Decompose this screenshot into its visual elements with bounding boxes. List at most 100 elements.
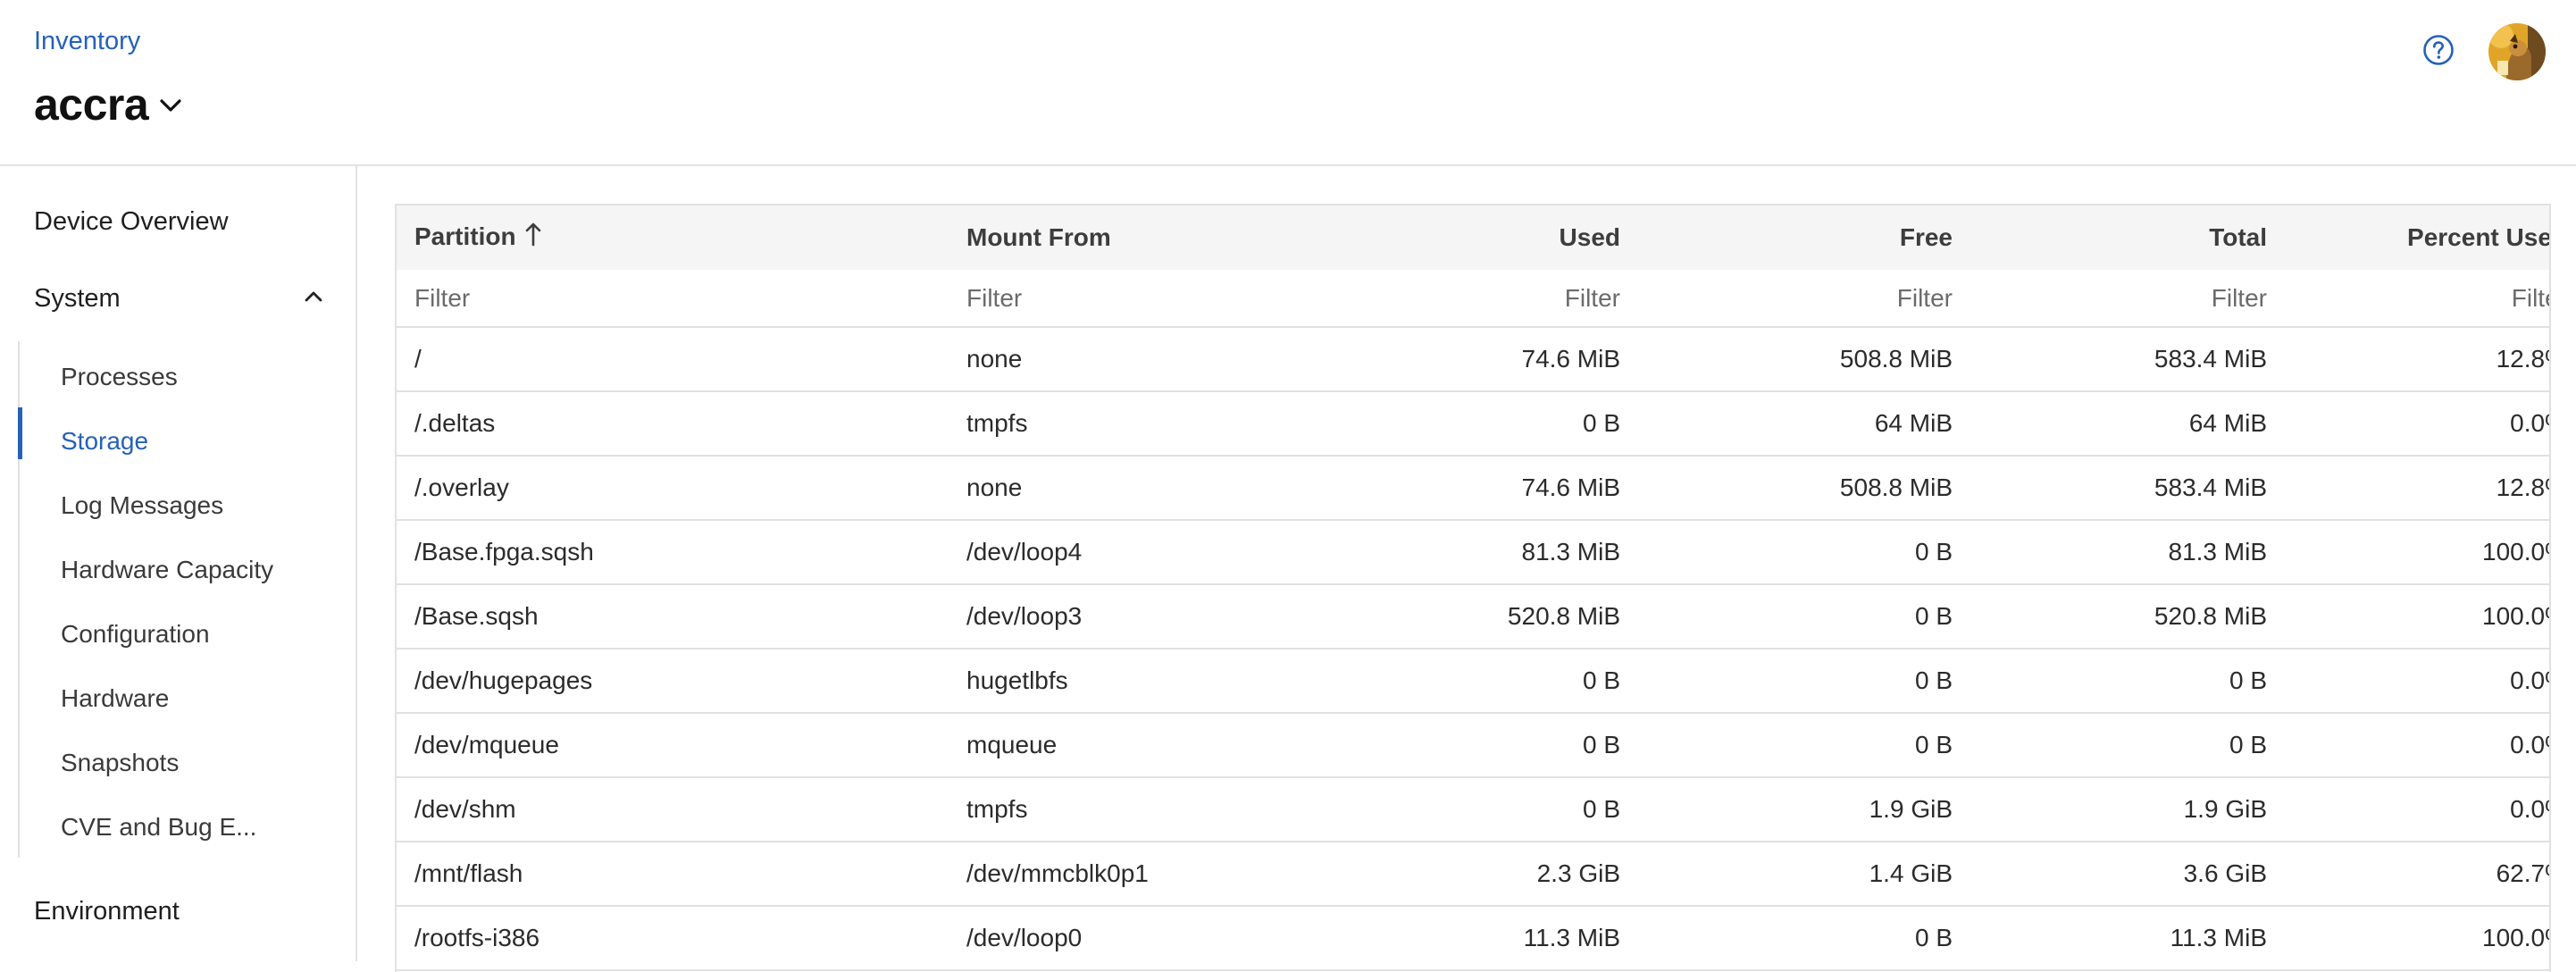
cell-partition: /Base.sqsh <box>414 602 539 630</box>
active-indicator <box>18 407 22 459</box>
cell-used: 74.6 MiB <box>1521 473 1621 501</box>
sidebar-group-system[interactable]: System <box>34 281 323 316</box>
cell-used: 74.6 MiB <box>1521 345 1621 373</box>
filter-row <box>397 270 2549 328</box>
cell-partition: /dev/mqueue <box>414 731 559 758</box>
table-body: / none 74.6 MiB 508.8 MiB 583.4 MiB 12.8% /.de… <box>397 327 2549 970</box>
sidebar-item-cve-and-bug[interactable]: CVE and Bug E... <box>61 813 256 842</box>
cell-partition: /.overlay <box>414 473 509 501</box>
cell-percent-used: 100.0% <box>2482 924 2549 951</box>
cell-partition: /Base.fpga.sqsh <box>414 538 594 566</box>
table-header-row: Partition Mount From Used Free Total Per… <box>397 205 2549 270</box>
device-selector[interactable]: accra <box>34 79 182 130</box>
column-header-used[interactable]: Used <box>1293 205 1638 270</box>
sidebar-item-log-messages[interactable]: Log Messages <box>61 491 223 520</box>
cell-mount-from: mqueue <box>966 731 1058 758</box>
cell-percent-used: 0.0% <box>2510 409 2549 437</box>
cell-mount-from: none <box>966 473 1023 501</box>
cell-partition: /.deltas <box>414 409 496 437</box>
cell-partition: /rootfs-i386 <box>414 924 540 951</box>
cell-total: 11.3 MiB <box>2170 924 2267 951</box>
table-row[interactable]: /dev/shm tmpfs 0 B 1.9 GiB 1.9 GiB 0.0% <box>397 777 2549 842</box>
column-header-mount-from[interactable]: Mount From <box>949 205 1293 270</box>
sidebar-item-environment[interactable]: Environment <box>34 897 180 926</box>
cell-free: 0 B <box>1914 924 1953 951</box>
sidebar-item-configuration[interactable]: Configuration <box>61 620 210 649</box>
cell-percent-used: 100.0% <box>2482 602 2549 630</box>
cell-free: 1.9 GiB <box>1869 795 1953 823</box>
cell-total: 583.4 MiB <box>2154 473 2267 501</box>
sidebar: Device Overview System Processes Storage… <box>0 166 357 961</box>
chevron-up-icon <box>304 290 323 307</box>
cell-total: 1.9 GiB <box>2183 795 2267 823</box>
cell-used: 0 B <box>1582 795 1620 823</box>
user-avatar[interactable] <box>2488 23 2546 80</box>
cell-total: 520.8 MiB <box>2154 602 2267 630</box>
sidebar-item-processes[interactable]: Processes <box>61 363 178 391</box>
cell-partition: /dev/shm <box>414 795 516 823</box>
filter-used-input[interactable] <box>1311 283 1620 313</box>
storage-table: Partition Mount From Used Free Total Per… <box>395 204 2551 972</box>
cell-mount-from: none <box>966 345 1023 373</box>
cell-used: 520.8 MiB <box>1507 602 1620 630</box>
cell-partition: /mnt/flash <box>414 859 523 887</box>
filter-mount-from-input[interactable] <box>966 283 1275 313</box>
column-header-free[interactable]: Free <box>1638 205 1970 270</box>
sidebar-item-snapshots[interactable]: Snapshots <box>61 749 179 777</box>
cell-mount-from: /dev/loop3 <box>966 602 1083 630</box>
table-row[interactable]: /mnt/flash/dev/mmcblk0p1 2.3 GiB 1.4 GiB 3.… <box>397 842 2549 906</box>
cell-free: 0 B <box>1914 538 1953 566</box>
cell-free: 64 MiB <box>1874 409 1953 437</box>
column-header-total[interactable]: Total <box>1970 205 2285 270</box>
cell-free: 0 B <box>1914 602 1953 630</box>
column-header-percent-used[interactable]: Percent Used <box>2285 205 2549 270</box>
cell-total: 3.6 GiB <box>2183 859 2267 887</box>
cell-used: 0 B <box>1582 666 1620 694</box>
cell-partition: / <box>414 345 422 373</box>
filter-free-input[interactable] <box>1656 283 1953 313</box>
cell-mount-from: /dev/loop4 <box>966 538 1083 566</box>
table-row[interactable]: /dev/hugepages hugetlbfs 0 B 0 B 0 B 0.0% <box>397 649 2549 713</box>
cell-free: 508.8 MiB <box>1839 345 1953 373</box>
table-row[interactable]: /rootfs-i386/dev/loop0 11.3 MiB 0 B 11.3 Mi… <box>397 906 2549 970</box>
cell-used: 11.3 MiB <box>1523 924 1620 951</box>
table-row[interactable]: /.overlay none 74.6 MiB 508.8 MiB 583.4 MiB 1… <box>397 456 2549 520</box>
sidebar-item-storage[interactable]: Storage <box>61 427 148 456</box>
cell-percent-used: 100.0% <box>2482 538 2549 566</box>
table-row[interactable]: / none 74.6 MiB 508.8 MiB 583.4 MiB 12.8% <box>397 327 2549 391</box>
sidebar-item-device-overview[interactable]: Device Overview <box>34 207 229 237</box>
cell-percent-used: 0.0% <box>2510 731 2549 758</box>
filter-percent-used-input[interactable] <box>2303 283 2549 313</box>
column-header-partition[interactable]: Partition <box>397 205 949 270</box>
chevron-down-icon <box>159 97 182 118</box>
breadcrumb-inventory[interactable]: Inventory <box>34 27 140 56</box>
table-row[interactable]: /.deltas tmpfs 0 B 64 MiB 64 MiB 0.0% <box>397 391 2549 456</box>
device-name: accra <box>34 80 149 130</box>
cell-mount-from: tmpfs <box>966 795 1028 823</box>
cell-total: 0 B <box>2229 666 2267 694</box>
cell-total: 64 MiB <box>2188 409 2267 437</box>
cell-free: 0 B <box>1914 666 1953 694</box>
cell-free: 1.4 GiB <box>1869 859 1953 887</box>
cell-total: 583.4 MiB <box>2154 345 2267 373</box>
sidebar-item-hardware-capacity[interactable]: Hardware Capacity <box>61 556 273 584</box>
question-circle-icon[interactable] <box>2422 34 2455 66</box>
cell-used: 0 B <box>1582 409 1620 437</box>
cell-percent-used: 12.8% <box>2496 473 2549 501</box>
sidebar-item-hardware[interactable]: Hardware <box>61 684 169 713</box>
cell-total: 81.3 MiB <box>2168 538 2268 566</box>
cell-mount-from: hugetlbfs <box>966 666 1068 694</box>
cell-total: 0 B <box>2229 731 2267 758</box>
cell-used: 0 B <box>1582 731 1620 758</box>
filter-total-input[interactable] <box>1988 283 2267 313</box>
cell-free: 508.8 MiB <box>1839 473 1953 501</box>
cell-percent-used: 0.0% <box>2510 795 2549 823</box>
table-row[interactable]: /Base.sqsh/dev/loop3 520.8 MiB 0 B 520.8 Mi… <box>397 584 2549 649</box>
cell-mount-from: tmpfs <box>966 409 1028 437</box>
table-row[interactable]: /dev/mqueue mqueue 0 B 0 B 0 B 0.0% <box>397 713 2549 777</box>
cell-percent-used: 0.0% <box>2510 666 2549 694</box>
table-row[interactable]: /Base.fpga.sqsh/dev/loop4 81.3 MiB 0 B 81.3… <box>397 520 2549 584</box>
filter-partition-input[interactable] <box>414 283 931 313</box>
cell-percent-used: 12.8% <box>2496 345 2549 373</box>
cell-used: 2.3 GiB <box>1536 859 1620 887</box>
